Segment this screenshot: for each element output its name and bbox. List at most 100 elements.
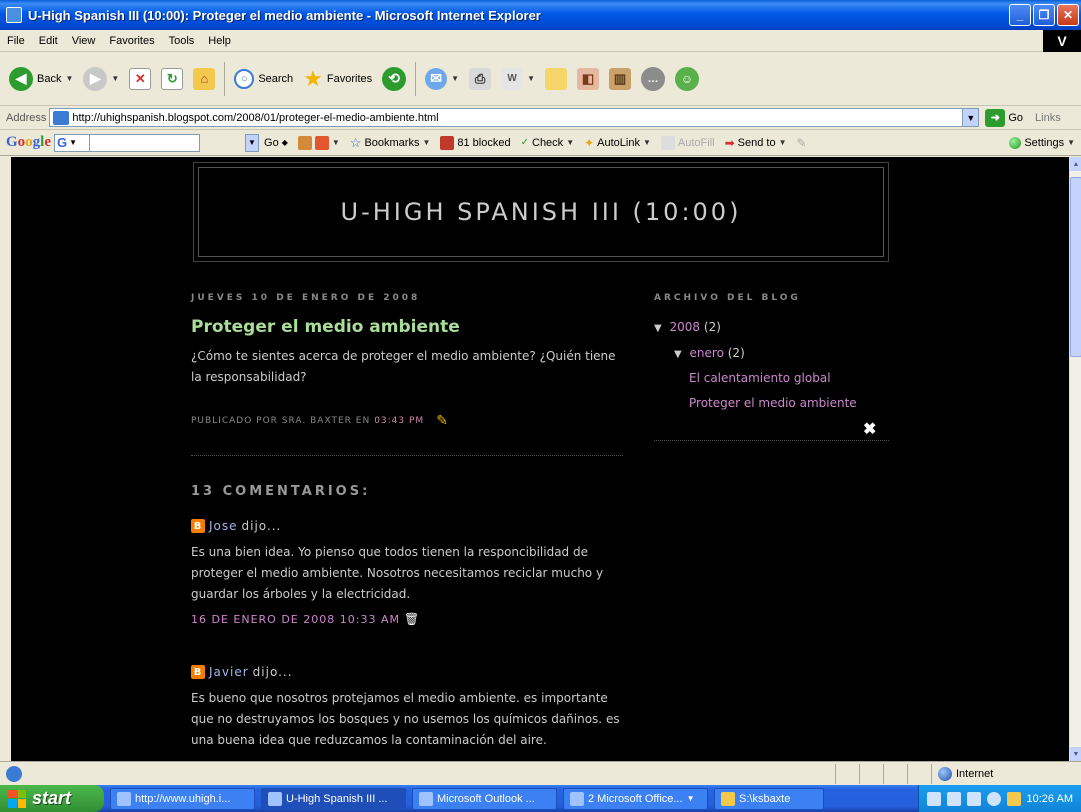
wrench-screwdriver-icon[interactable]: ✖ [863, 419, 876, 439]
expand-triangle-icon[interactable]: ▼ [654, 323, 662, 334]
comment-timestamp-link[interactable]: 16 DE ENERO DE 2008 10:33 AM [191, 613, 400, 626]
comment-author-link[interactable]: Jose [209, 519, 238, 533]
pagerank-icon [297, 135, 312, 150]
bookmarks-button[interactable]: ☆ Bookmarks ▼ [350, 135, 431, 151]
zone-label: Internet [956, 767, 994, 780]
post-time-link[interactable]: 03:43 PM [374, 416, 424, 426]
forward-button[interactable]: ▶ ▼ [78, 59, 124, 99]
blog-title[interactable]: U-HIGH SPANISH III (10:00) [341, 198, 742, 226]
archive-post-link[interactable]: Proteger el medio ambiente [689, 396, 857, 410]
print-button[interactable]: ⎙ [464, 59, 496, 99]
messenger-button[interactable]: ☺ [670, 59, 704, 99]
trash-icon[interactable]: 🗑 [404, 612, 420, 626]
comment-author-link[interactable]: Javier [209, 665, 249, 679]
edit-button[interactable]: W ▼ [496, 59, 540, 99]
chevron-down-icon[interactable]: ▼ [451, 74, 459, 83]
window-titlebar[interactable]: U-High Spanish III (10:00): Proteger el … [0, 0, 1081, 30]
chevron-down-icon[interactable]: ▼ [962, 109, 979, 126]
sendto-button[interactable]: ➡ Send to ▼ [725, 136, 787, 150]
scroll-thumb[interactable] [1070, 177, 1081, 357]
menu-help[interactable]: Help [201, 35, 238, 47]
page-status-icon [6, 765, 22, 782]
url-text[interactable]: http://uhighspanish.blogspot.com/2008/01… [72, 112, 962, 124]
menu-favorites[interactable]: Favorites [102, 35, 161, 47]
menu-view[interactable]: View [65, 35, 103, 47]
back-button[interactable]: ◀ Back ▼ [4, 59, 78, 99]
messenger-chat-button[interactable]: … [636, 59, 670, 99]
home-button[interactable]: ⌂ [188, 59, 220, 99]
taskbar-item[interactable]: http://www.uhigh.i... [110, 787, 255, 810]
post-title[interactable]: Proteger el medio ambiente [191, 317, 460, 337]
highlight-button[interactable]: ✎ [797, 136, 807, 150]
google-menu-button[interactable]: G ▼ [54, 133, 91, 152]
folder-icon [721, 791, 735, 806]
notes-button[interactable] [540, 59, 572, 99]
expand-triangle-icon[interactable]: ▼ [674, 349, 682, 360]
archive-month-link[interactable]: enero [690, 346, 724, 360]
mail-button[interactable]: ✉ ▼ [420, 59, 464, 99]
google-go-button[interactable]: Go ◆ [264, 137, 288, 149]
chevron-down-icon[interactable]: ▼ [527, 74, 535, 83]
windows-flag-icon [8, 789, 26, 808]
menu-file[interactable]: File [0, 35, 32, 47]
autofill-button[interactable]: AutoFill [660, 135, 715, 150]
back-arrow-icon: ◀ [9, 66, 33, 91]
archive-post-link[interactable]: El calentamiento global [689, 371, 831, 385]
network-icon[interactable] [966, 791, 981, 806]
chevron-down-icon[interactable]: ▼ [111, 74, 119, 83]
stop-button[interactable]: ✕ [124, 59, 156, 99]
links-button[interactable]: Links [1035, 112, 1061, 124]
research-button[interactable]: ◧ [572, 59, 604, 99]
divider [654, 440, 889, 441]
star-outline-icon: ☆ [349, 134, 362, 150]
scroll-up-icon[interactable]: ▲ [1070, 157, 1081, 171]
status-dot-icon [1009, 136, 1022, 149]
post-footer: PUBLICADO POR SRA. BAXTER EN 03:43 PM ✎ [191, 413, 449, 429]
menu-tools[interactable]: Tools [162, 35, 202, 47]
keyboard-icon[interactable] [926, 791, 941, 806]
address-input[interactable]: http://uhighspanish.blogspot.com/2008/01… [49, 108, 980, 127]
ie-icon [419, 791, 433, 806]
comment-author-line: B Jose dijo... [191, 519, 631, 533]
chevron-down-icon[interactable]: ▼ [245, 133, 260, 152]
search-label: Search [258, 72, 294, 85]
back-circle-icon[interactable] [986, 791, 1001, 806]
vertical-scrollbar[interactable]: ▲ ▼ [1069, 157, 1081, 761]
go-button[interactable]: ➜ Go [985, 108, 1023, 127]
autolink-button[interactable]: ✦ AutoLink ▼ [584, 136, 651, 150]
chevron-down-icon[interactable]: ▼ [65, 74, 73, 83]
system-tray: 10:26 AM [917, 785, 1081, 812]
taskbar-item[interactable]: 2 Microsoft Office... ▼ [563, 787, 708, 810]
research-icon: ◧ [577, 67, 599, 90]
maximize-button[interactable]: ❐ [1033, 4, 1055, 26]
autofill-icon [660, 135, 675, 150]
google-search-input[interactable] [90, 133, 201, 152]
status-pane [907, 763, 931, 784]
standard-toolbar: ◀ Back ▼ ▶ ▼ ✕ ↻ ⌂ ○ Search ★ Favorites … [0, 52, 1081, 106]
taskbar-item[interactable]: S:\ksbaxte [714, 787, 824, 810]
books-button[interactable]: ▥ [604, 59, 636, 99]
start-button[interactable]: start [0, 785, 104, 812]
taskbar-item[interactable]: Microsoft Outlook ... [412, 787, 557, 810]
status-bar: Internet [0, 761, 1081, 785]
favorites-button[interactable]: ★ Favorites [298, 59, 377, 99]
spellcheck-button[interactable]: ✓ Check ▼ [521, 137, 575, 149]
archive-year-link[interactable]: 2008 [670, 320, 701, 334]
scroll-down-icon[interactable]: ▼ [1070, 747, 1081, 761]
google-pagerank-button[interactable]: ▼ [297, 135, 340, 150]
history-button[interactable]: ⟲ [377, 59, 411, 99]
popup-blocker-button[interactable]: 81 blocked [440, 135, 511, 150]
blog-header: U-HIGH SPANISH III (10:00) [193, 162, 889, 262]
google-settings-button[interactable]: Settings ▼ [1009, 136, 1075, 149]
menu-edit[interactable]: Edit [32, 35, 65, 47]
clock[interactable]: 10:26 AM [1027, 793, 1073, 805]
taskbar-item[interactable]: U-High Spanish III ... [261, 787, 406, 810]
comment-timestamp: 16 DE ENERO DE 2008 10:33 AM 🗑 [191, 612, 631, 626]
close-button[interactable]: ✕ [1057, 4, 1079, 26]
refresh-button[interactable]: ↻ [156, 59, 188, 99]
search-button[interactable]: ○ Search [229, 59, 298, 99]
minimize-button[interactable]: _ [1009, 4, 1031, 26]
help-icon[interactable] [946, 791, 961, 806]
security-icon[interactable] [1006, 791, 1021, 806]
pencil-icon[interactable]: ✎ [436, 413, 449, 429]
